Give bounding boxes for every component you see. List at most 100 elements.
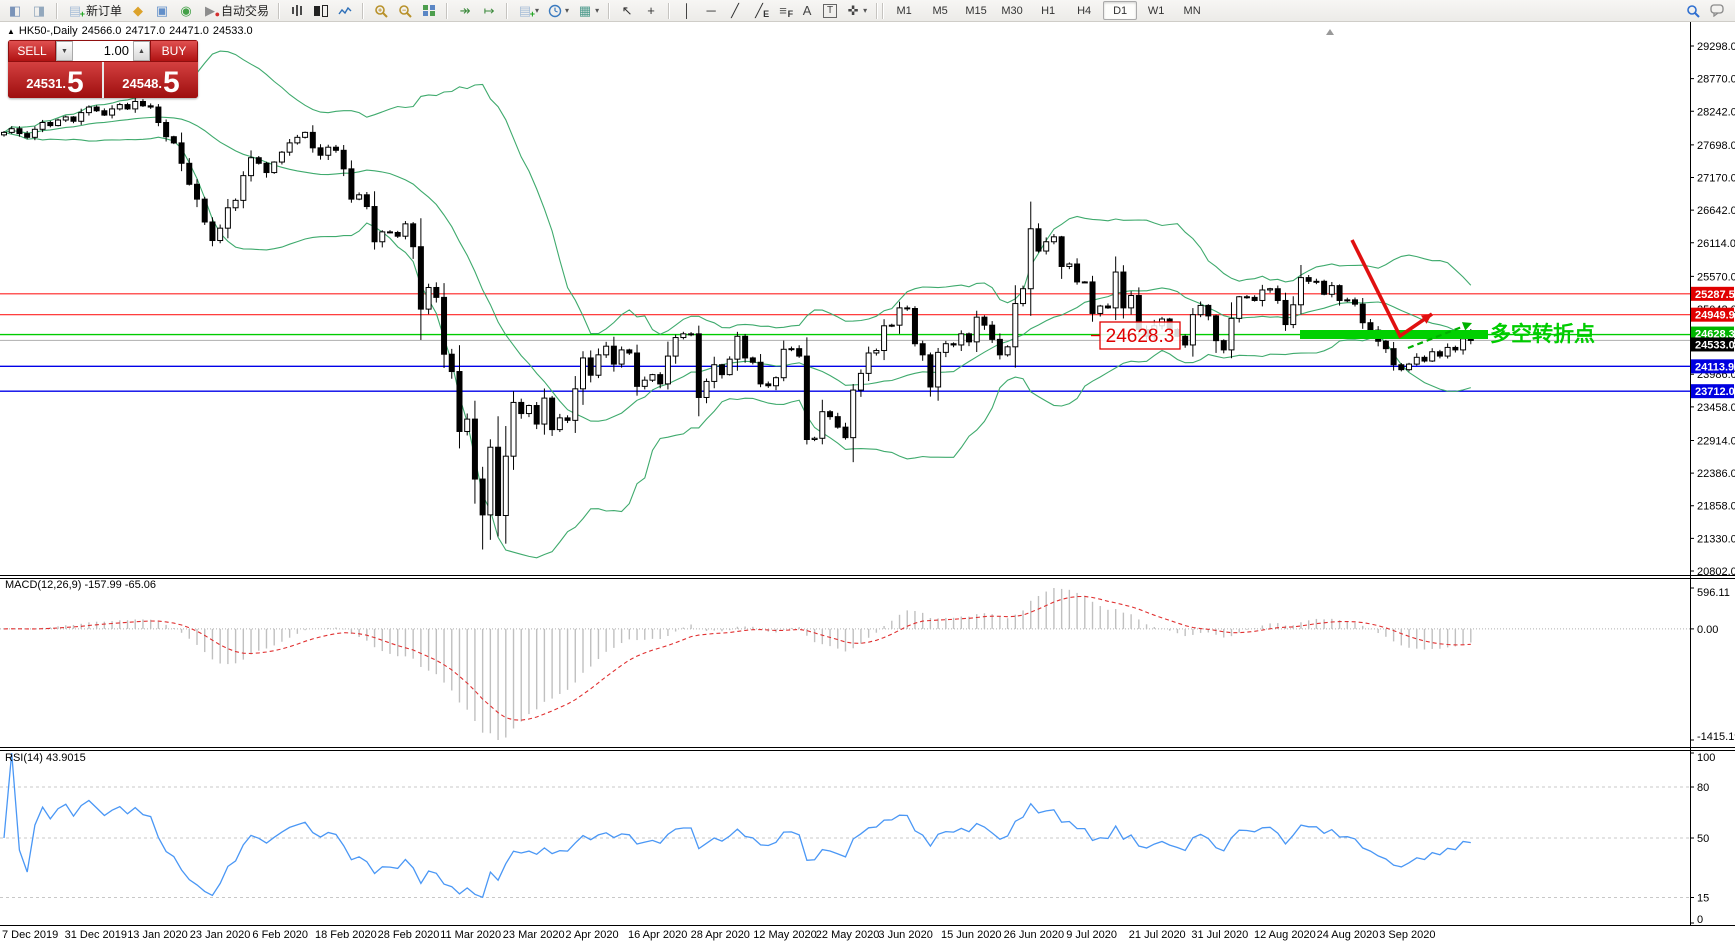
symbol-period-label: HK50-,Daily xyxy=(19,25,78,37)
candle xyxy=(233,200,238,207)
tile-windows-button[interactable] xyxy=(417,1,441,21)
candle xyxy=(164,123,169,137)
autotrading-button[interactable]: ▶●自动交易 xyxy=(198,1,273,21)
candle xyxy=(936,352,941,387)
periods-button[interactable]: ▾ xyxy=(543,1,573,21)
text-button[interactable]: A xyxy=(795,1,819,21)
timeframe-m5-button[interactable]: M5 xyxy=(923,1,957,20)
date-axis[interactable]: 7 Dec 201931 Dec 201913 Jan 202023 Jan 2… xyxy=(2,929,1435,941)
candle xyxy=(357,195,362,199)
timeframe-m30-button[interactable]: M30 xyxy=(995,1,1029,20)
timeframe-m15-button[interactable]: M15 xyxy=(959,1,993,20)
candle xyxy=(333,147,338,150)
candle xyxy=(140,101,145,105)
timeframe-m1-button[interactable]: M1 xyxy=(887,1,921,20)
templates-button[interactable]: ▦▾ xyxy=(573,1,603,21)
candle xyxy=(596,355,601,375)
fibonacci-button[interactable]: ≡F xyxy=(771,1,795,21)
bars-chart-button[interactable] xyxy=(285,1,309,21)
chat-button[interactable] xyxy=(1705,1,1729,21)
text-label-button[interactable]: T xyxy=(819,1,841,21)
collapse-icon[interactable]: ▲ xyxy=(7,27,15,36)
sell-button[interactable]: SELL xyxy=(8,40,56,62)
candle xyxy=(1322,281,1327,294)
candle xyxy=(959,334,964,345)
price-tick-label: 20802.0 xyxy=(1697,566,1735,578)
chart-shift-button[interactable]: ↦ xyxy=(477,1,501,21)
buy-button[interactable]: BUY xyxy=(150,40,198,62)
dropdown-arrow-icon[interactable]: ▾ xyxy=(565,6,569,15)
macd-label: MACD(12,26,9) -157.99 -65.06 xyxy=(5,579,156,591)
date-label: 24 Aug 2020 xyxy=(1317,929,1379,941)
crosshair-button[interactable]: + xyxy=(639,1,663,21)
dropdown-arrow-icon[interactable]: ▾ xyxy=(535,6,539,15)
sell-price-button[interactable]: 24531.5 xyxy=(8,62,102,98)
chart-header: ▲HK50-,Daily24566.024717.024471.024533.0 xyxy=(7,25,257,37)
candle xyxy=(1206,305,1211,316)
cursor-button[interactable]: ↖ xyxy=(615,1,639,21)
timeframe-mn-button[interactable]: MN xyxy=(1175,1,1209,20)
horizontal-line-button[interactable]: ─ xyxy=(699,1,723,21)
candle xyxy=(303,132,308,137)
timeframe-h4-button[interactable]: H4 xyxy=(1067,1,1101,20)
candle xyxy=(1005,347,1010,355)
sell-price-main: 24531. xyxy=(26,76,66,91)
candle xyxy=(658,375,663,384)
candle xyxy=(727,359,732,374)
market-watch-button[interactable]: ◧ xyxy=(3,1,27,21)
candle xyxy=(488,447,493,515)
svg-text:50: 50 xyxy=(1697,833,1709,845)
auto-scroll-button[interactable]: ↠ xyxy=(453,1,477,21)
signals-button[interactable]: ◉ xyxy=(174,1,198,21)
volume-decrease-button[interactable]: ▼ xyxy=(56,41,73,61)
arrows-button[interactable]: ✜▾ xyxy=(841,1,871,21)
volume-input[interactable]: 1.00 xyxy=(73,41,133,61)
pivot-annotation-text[interactable]: 多空转折点 xyxy=(1490,322,1595,346)
dropdown-arrow-icon[interactable]: ▾ xyxy=(863,6,867,15)
candle xyxy=(380,232,385,242)
new-order-button[interactable]: ▤+新订单 xyxy=(63,1,126,21)
buy-price-button[interactable]: 24548.5 xyxy=(104,62,198,98)
volume-increase-button[interactable]: ▲ xyxy=(133,41,150,61)
candle xyxy=(835,417,840,428)
candle xyxy=(218,228,223,240)
date-label: 18 Feb 2020 xyxy=(315,929,377,941)
candle xyxy=(1275,289,1280,301)
candle xyxy=(117,105,122,109)
date-label: 3 Jun 2020 xyxy=(878,929,932,941)
candle xyxy=(689,334,694,335)
buy-price-pips: 5 xyxy=(163,69,180,97)
virtual-hosting-button[interactable]: ▣ xyxy=(150,1,174,21)
vertical-line-button[interactable]: │ xyxy=(675,1,699,21)
timeframe-h1-button[interactable]: H1 xyxy=(1031,1,1065,20)
candle xyxy=(1252,297,1257,300)
trendline-button[interactable]: ╱ xyxy=(723,1,747,21)
chart-canvas[interactable]: 24628.3多空转折点29298.028770.028242.027698.0… xyxy=(0,0,1735,942)
zoom-in-button[interactable]: + xyxy=(369,1,393,21)
candle xyxy=(503,456,508,515)
candle xyxy=(627,350,632,353)
candle xyxy=(472,419,477,479)
candlestick-chart-button[interactable] xyxy=(309,1,333,21)
candle xyxy=(1353,300,1358,304)
dropdown-arrow-icon[interactable]: ▾ xyxy=(595,6,599,15)
metaeditor-button[interactable]: ◆ xyxy=(126,1,150,21)
ohlc-high: 24717.0 xyxy=(125,25,165,37)
line-chart-button[interactable] xyxy=(333,1,357,21)
candle xyxy=(395,232,400,236)
zoom-out-button[interactable]: − xyxy=(393,1,417,21)
candle xyxy=(920,344,925,355)
equidistant-channel-button[interactable]: ╱E xyxy=(747,1,771,21)
candle xyxy=(1244,297,1249,298)
support-zone-bar[interactable] xyxy=(1300,330,1488,339)
timeframe-d1-button[interactable]: D1 xyxy=(1103,1,1137,20)
candle xyxy=(1407,364,1412,370)
candle xyxy=(1190,315,1195,345)
text-icon: A xyxy=(799,3,815,19)
strategy-tester-button[interactable]: ◨ xyxy=(27,1,51,21)
new-chart-button[interactable]: ▤+▾ xyxy=(513,1,543,21)
candle xyxy=(797,349,802,356)
search-button[interactable] xyxy=(1681,1,1705,21)
virtual-hosting-icon: ▣ xyxy=(154,3,170,19)
timeframe-w1-button[interactable]: W1 xyxy=(1139,1,1173,20)
